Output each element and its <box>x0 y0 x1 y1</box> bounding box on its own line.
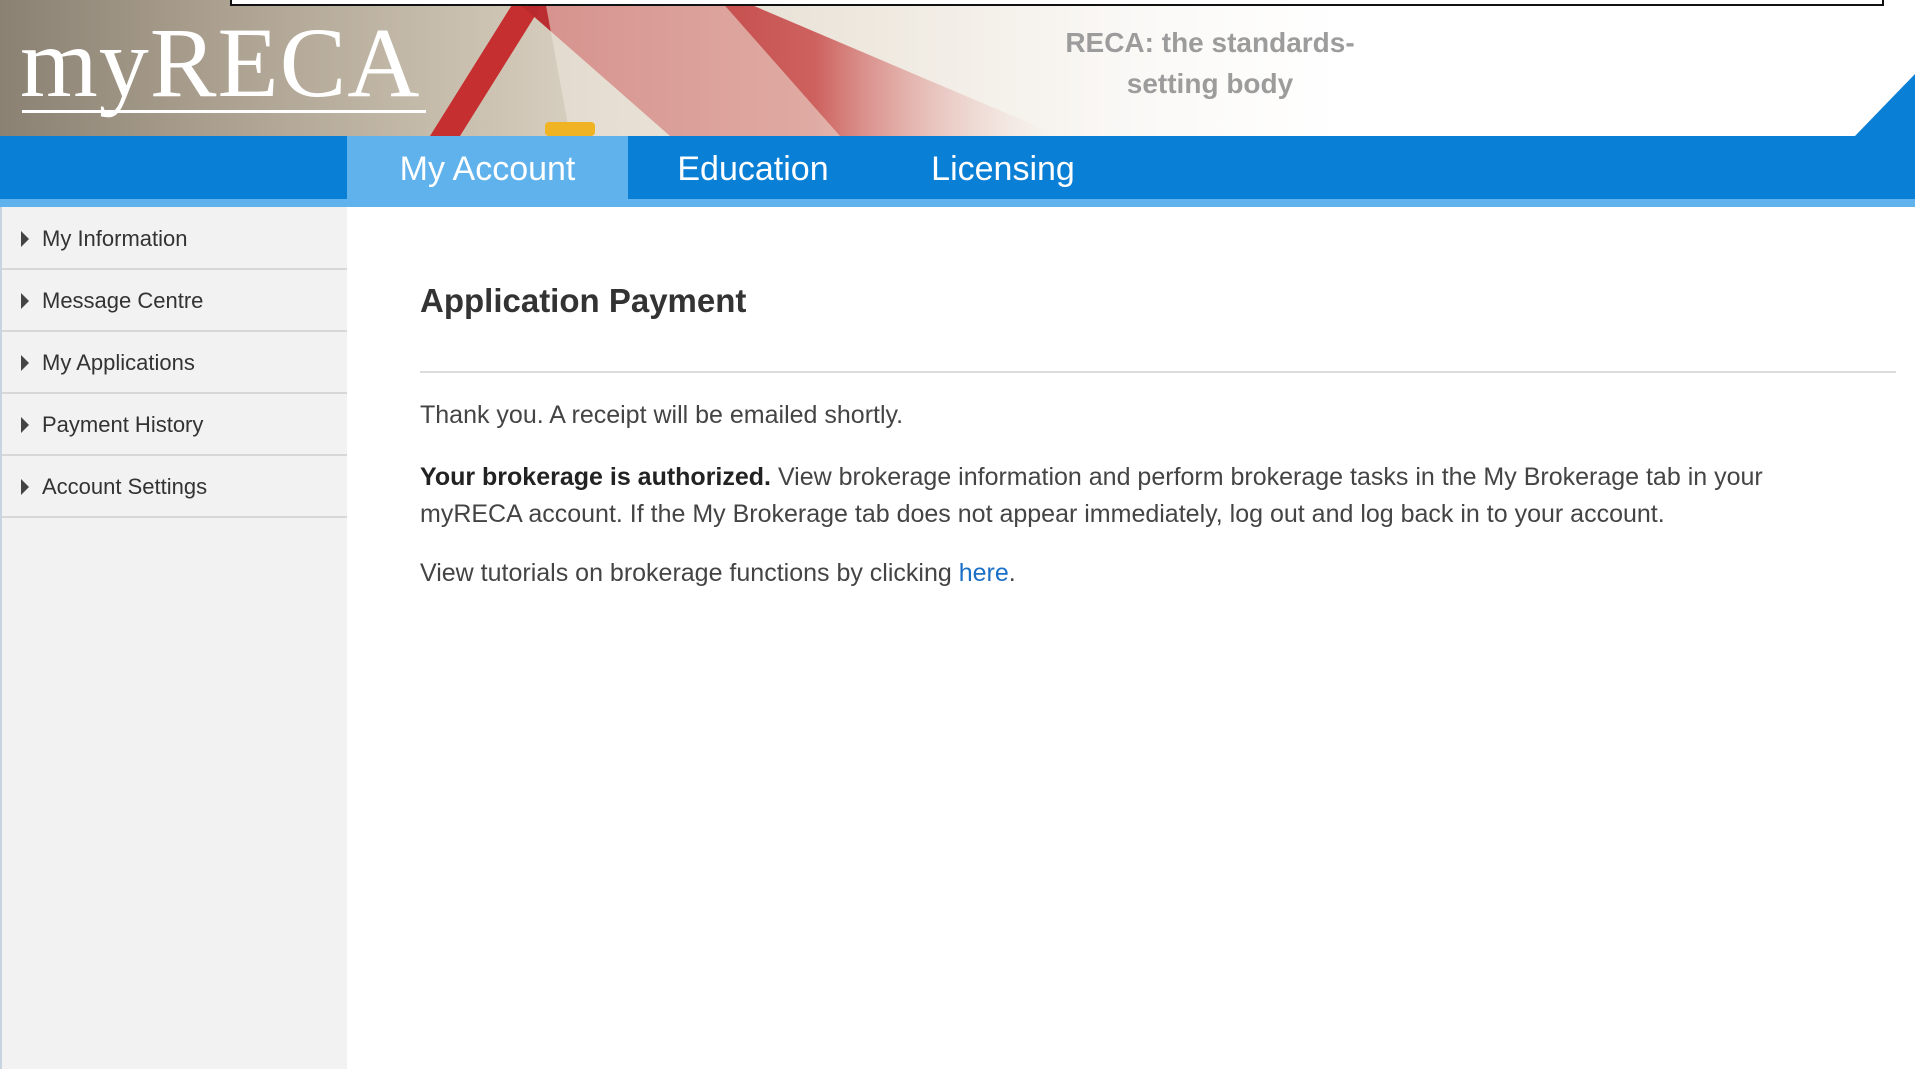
tagline-line-2: setting body <box>1126 68 1294 99</box>
sidebar-item-label: My Information <box>42 226 188 251</box>
sidebar-item-payment-history[interactable]: Payment History <box>2 393 347 456</box>
caret-right-icon <box>21 355 29 371</box>
caret-right-icon <box>21 417 29 433</box>
thank-you-message: Thank you. A receipt will be emailed sho… <box>420 401 904 429</box>
sidebar-item-label: Payment History <box>42 412 204 437</box>
authorized-heading: Your brokerage is authorized. <box>420 463 772 491</box>
tutorials-text: View tutorials on brokerage functions by… <box>420 559 959 587</box>
title-divider <box>420 371 1896 373</box>
nav-underline <box>0 199 1915 207</box>
caret-right-icon <box>21 479 29 495</box>
tutorials-here-link[interactable]: here <box>959 559 1009 587</box>
house-roof-image <box>430 0 1060 136</box>
sidebar-item-account-settings[interactable]: Account Settings <box>2 455 347 518</box>
sidebar-item-label: Account Settings <box>42 474 208 499</box>
tab-education[interactable]: Education <box>628 136 878 199</box>
tab-licensing[interactable]: Licensing <box>878 136 1128 199</box>
brokerage-authorized-message: Your brokerage is authorized. View broke… <box>420 459 1860 533</box>
sidebar-item-message-centre[interactable]: Message Centre <box>2 269 347 332</box>
sidebar-item-label: Message Centre <box>42 288 204 313</box>
sidebar-item-my-applications[interactable]: My Applications <box>2 331 347 394</box>
page: myRECA RECA: the standards- setting body… <box>0 0 1915 1069</box>
sidebar-item-my-information[interactable]: My Information <box>2 207 347 270</box>
page-title: Application Payment <box>420 282 747 319</box>
myreca-logo[interactable]: myRECA <box>20 8 420 118</box>
tutorials-message: View tutorials on brokerage functions by… <box>420 555 1860 592</box>
top-frame-line <box>230 0 1884 6</box>
tagline-line-1: RECA: the standards- <box>1065 27 1355 58</box>
corner-accent <box>1855 74 1915 136</box>
caret-right-icon <box>21 293 29 309</box>
sidebar: My Information Message Centre My Applica… <box>0 207 347 1069</box>
logo-underline <box>22 110 426 113</box>
main-content: Application Payment Thank you. A receipt… <box>347 207 1915 1069</box>
sidebar-item-label: My Applications <box>42 350 195 375</box>
caret-right-icon <box>21 231 29 247</box>
tab-my-account[interactable]: My Account <box>347 136 628 207</box>
tutorials-period: . <box>1008 559 1016 587</box>
tagline: RECA: the standards- setting body <box>1040 22 1380 104</box>
header-banner: myRECA RECA: the standards- setting body <box>0 0 1915 136</box>
